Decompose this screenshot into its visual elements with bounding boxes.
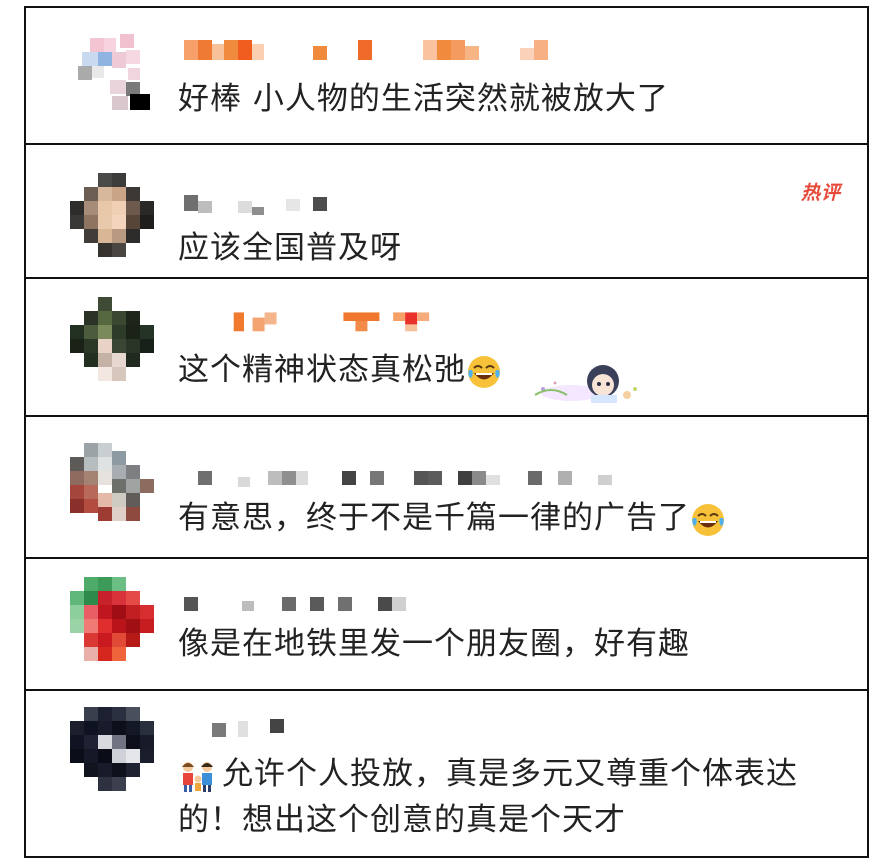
comment-text: 像是在地铁里发一个朋友圈，好有趣 (178, 626, 690, 662)
comment-text-content: 这个精神状态真松弛 (178, 352, 466, 388)
comment-text: 好棒 小人物的生活突然就被放大了 (178, 81, 669, 117)
user-avatar[interactable] (68, 707, 156, 795)
user-name-redacted (198, 471, 612, 487)
user-name-redacted (212, 719, 284, 737)
family-icon (182, 761, 213, 792)
comment-list: 好棒 小人物的生活突然就被放大了 热评 应该全国普及呀 这个精神状态真松弛 有意… (24, 6, 869, 858)
user-avatar[interactable] (68, 30, 156, 118)
user-name-redacted (233, 312, 430, 332)
laughing-tears-emoji-icon (468, 355, 500, 388)
comment-text-content: 有意思，终于不是千篇一律的广告了 (178, 500, 690, 536)
comment-card-5[interactable]: 像是在地铁里发一个朋友圈，好有趣 (26, 559, 867, 691)
laughing-tears-emoji-icon (692, 503, 724, 536)
comment-text: 允许个人投放，真是多元又尊重个体表达的！想出这个创意的真是个天才 (178, 751, 843, 843)
comment-text: 有意思，终于不是千篇一律的广告了 (178, 495, 843, 541)
user-name-redacted (184, 40, 548, 60)
hot-comment-badge: 热评 (800, 182, 841, 204)
user-avatar[interactable] (68, 173, 156, 261)
comment-card-2[interactable]: 热评 应该全国普及呀 (26, 145, 867, 279)
comment-card-6[interactable]: 允许个人投放，真是多元又尊重个体表达的！想出这个创意的真是个天才 (26, 691, 867, 856)
user-avatar[interactable] (68, 443, 156, 531)
comment-text: 应该全国普及呀 (178, 230, 402, 266)
user-name-redacted (184, 195, 327, 215)
comment-text-content: 允许个人投放，真是多元又尊重个体表达的！想出这个创意的真是个天才 (178, 756, 798, 838)
comment-card-3[interactable]: 这个精神状态真松弛 (26, 279, 867, 417)
user-avatar[interactable] (68, 577, 156, 665)
comment-card-1[interactable]: 好棒 小人物的生活突然就被放大了 (26, 8, 867, 145)
user-avatar[interactable] (68, 297, 156, 385)
comment-card-4[interactable]: 有意思，终于不是千篇一律的广告了 (26, 417, 867, 559)
cartoon-sticker-icon (534, 365, 637, 403)
comment-text: 这个精神状态真松弛 (178, 347, 843, 393)
user-name-redacted (184, 597, 406, 611)
